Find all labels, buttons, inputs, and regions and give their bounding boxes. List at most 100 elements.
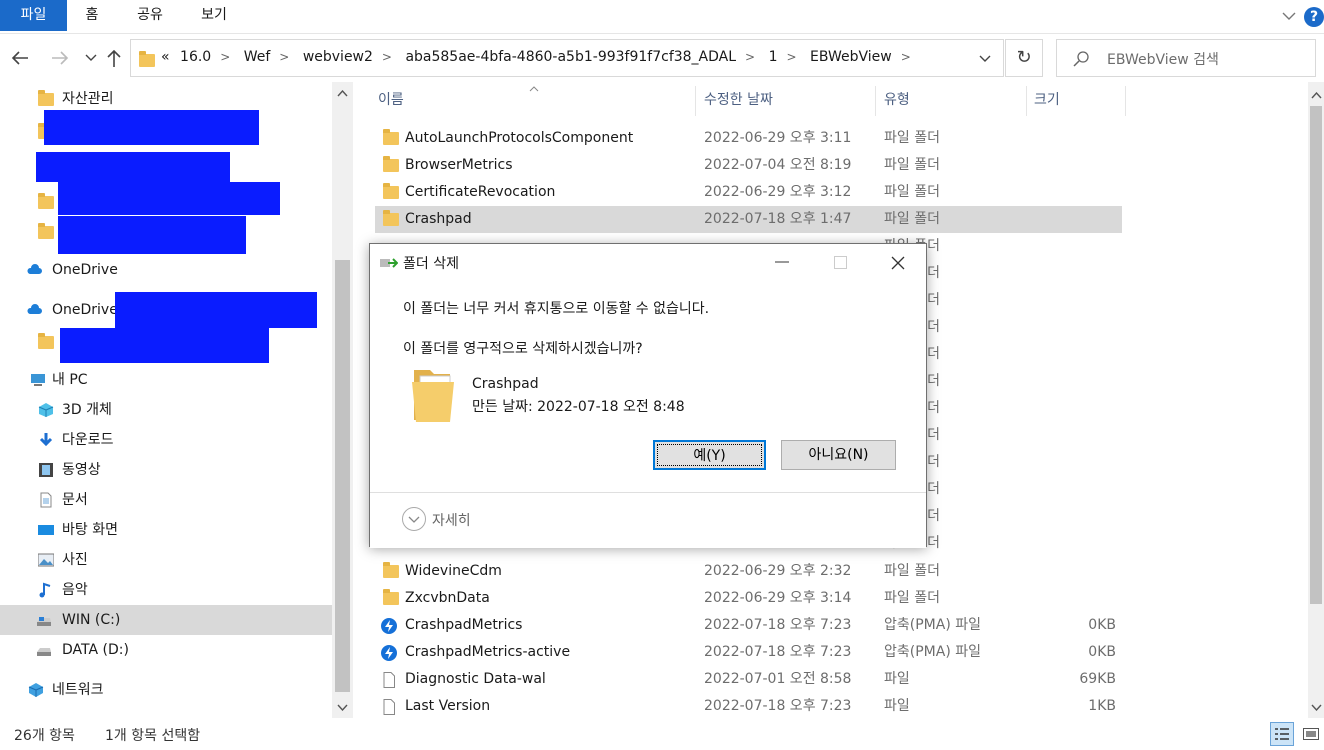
yes-button[interactable]: 예(Y): [653, 440, 766, 470]
delete-folder-icon: [380, 258, 398, 268]
item-date: 2022-07-18 오후 7:23: [704, 644, 852, 660]
back-arrow-icon[interactable]: [10, 50, 30, 66]
ribbon-expand-icon[interactable]: [1282, 11, 1296, 21]
cloud-icon: [27, 304, 42, 314]
chevron-right-icon[interactable]: >: [220, 50, 230, 64]
chevron-right-icon[interactable]: >: [382, 50, 392, 64]
list-item-selected[interactable]: Crashpad 2022-07-18 오후 1:47 파일 폴더: [375, 206, 1122, 233]
breadcrumb-item[interactable]: aba585ae-4bfa-4860-a5b1-993f91f7cf38_ADA…: [405, 49, 736, 65]
dialog-footer: 자세히: [370, 492, 926, 548]
nav-item-3d-objects[interactable]: 3D 개체: [0, 395, 332, 425]
item-type: 압축(PMA) 파일: [884, 617, 981, 633]
dialog-title: 폴더 삭제: [403, 256, 459, 272]
tab-share[interactable]: 공유: [130, 0, 170, 31]
recent-locations-icon[interactable]: [85, 54, 97, 62]
item-name: CertificateRevocation: [405, 184, 556, 200]
nav-item-desktop[interactable]: 바탕 화면: [0, 515, 332, 545]
scroll-down-icon[interactable]: [1311, 704, 1322, 711]
scroll-thumb[interactable]: [335, 260, 350, 692]
list-item[interactable]: WidevineCdm 2022-06-29 오후 2:32 파일 폴더: [375, 558, 1122, 585]
tab-file[interactable]: 파일: [0, 0, 67, 31]
address-bar[interactable]: « 16.0 > Wef > webview2 > aba585ae-4bfa-486…: [130, 39, 1004, 77]
nav-item-label: 네트워크: [52, 682, 104, 698]
list-item[interactable]: CertificateRevocation 2022-06-29 오후 3:12…: [375, 179, 1122, 206]
nav-item-network[interactable]: 네트워크: [0, 675, 332, 705]
search-input[interactable]: EBWebView 검색: [1056, 39, 1316, 77]
up-arrow-icon[interactable]: [106, 48, 122, 68]
item-type: 파일 폴더: [884, 130, 940, 146]
help-icon[interactable]: ?: [1304, 7, 1324, 27]
forward-arrow-icon[interactable]: [50, 50, 70, 66]
scroll-up-icon[interactable]: [1311, 92, 1322, 99]
refresh-button[interactable]: ↻: [1005, 39, 1043, 77]
item-date: 2022-06-29 오후 3:12: [704, 184, 852, 200]
nav-item-documents[interactable]: 문서: [0, 485, 332, 515]
nav-item-pictures[interactable]: 사진: [0, 545, 332, 575]
column-divider[interactable]: [1026, 86, 1027, 116]
list-item[interactable]: ZxcvbnData 2022-06-29 오후 3:14 파일 폴더: [375, 585, 1122, 612]
list-item[interactable]: AutoLaunchProtocolsComponent 2022-06-29 …: [375, 125, 1122, 152]
item-type: 파일 폴더: [884, 590, 940, 606]
column-divider[interactable]: [1125, 86, 1126, 116]
nav-item-label: 바탕 화면: [62, 522, 118, 538]
chevron-right-icon[interactable]: >: [745, 50, 755, 64]
breadcrumb-overflow[interactable]: «: [161, 49, 170, 65]
tab-view[interactable]: 보기: [193, 0, 235, 31]
chevron-right-icon[interactable]: >: [901, 50, 911, 64]
item-date: 2022-06-29 오후 3:11: [704, 130, 852, 146]
address-dropdown-icon[interactable]: [979, 55, 991, 63]
item-date: 2022-06-29 오후 2:32: [704, 563, 852, 579]
list-item[interactable]: Diagnostic Data-wal 2022-07-01 오전 8:58 파…: [375, 666, 1122, 693]
breadcrumb-item[interactable]: webview2: [303, 49, 373, 65]
nav-item-music[interactable]: 음악: [0, 575, 332, 605]
list-item[interactable]: Last Version 2022-07-18 오후 7:23 파일 1KB: [375, 693, 1122, 720]
chevron-right-icon[interactable]: >: [279, 50, 289, 64]
nav-item-downloads[interactable]: 다운로드: [0, 425, 332, 455]
nav-item-drive-d[interactable]: DATA (D:): [0, 635, 332, 665]
tab-home[interactable]: 홈: [75, 0, 109, 31]
pma-file-icon: [381, 645, 397, 661]
details-view-button[interactable]: [1270, 722, 1294, 746]
folder-icon: [38, 223, 54, 239]
large-icons-view-button[interactable]: [1299, 722, 1323, 746]
column-header-type[interactable]: 유형: [884, 82, 910, 118]
breadcrumb-item[interactable]: Wef: [244, 49, 271, 65]
close-icon[interactable]: [891, 256, 905, 270]
nav-scrollbar[interactable]: [332, 82, 353, 718]
column-header-name[interactable]: 이름: [378, 82, 404, 118]
drive-icon: [37, 648, 51, 656]
list-scrollbar[interactable]: [1308, 82, 1324, 718]
list-item[interactable]: BrowserMetrics 2022-07-04 오전 8:19 파일 폴더: [375, 152, 1122, 179]
nav-item-drive-c[interactable]: WIN (C:): [0, 605, 332, 635]
column-header-date[interactable]: 수정한 날짜: [704, 82, 773, 118]
nav-item-label: WIN (C:): [62, 612, 121, 628]
column-divider[interactable]: [695, 86, 696, 116]
minimize-icon[interactable]: [775, 261, 789, 263]
scroll-thumb[interactable]: [1310, 106, 1322, 604]
breadcrumb-item[interactable]: 1: [769, 49, 778, 65]
dialog-titlebar[interactable]: 폴더 삭제: [370, 244, 926, 280]
column-header-size[interactable]: 크기: [1034, 82, 1060, 118]
no-button[interactable]: 아니요(N): [781, 440, 896, 470]
file-icon: [383, 699, 395, 715]
breadcrumb-item[interactable]: EBWebView: [810, 49, 892, 65]
picture-icon: [38, 553, 54, 567]
dialog-question: 이 폴더를 영구적으로 삭제하시겠습니까?: [403, 341, 643, 357]
item-name: CrashpadMetrics: [405, 617, 523, 633]
details-toggle-button[interactable]: [402, 507, 426, 531]
list-item[interactable]: CrashpadMetrics 2022-07-18 오후 7:23 압축(PM…: [375, 612, 1122, 639]
list-item[interactable]: CrashpadMetrics-active 2022-07-18 오후 7:2…: [375, 639, 1122, 666]
folder-icon: [383, 183, 399, 199]
nav-item-this-pc[interactable]: 내 PC: [0, 365, 332, 395]
column-divider[interactable]: [875, 86, 876, 116]
breadcrumb-item[interactable]: 16.0: [180, 49, 211, 65]
nav-item-videos[interactable]: 동영상: [0, 455, 332, 485]
search-placeholder: EBWebView 검색: [1107, 52, 1219, 68]
dialog-message: 이 폴더는 너무 커서 휴지통으로 이동할 수 없습니다.: [403, 301, 710, 317]
scroll-down-icon[interactable]: [337, 704, 348, 711]
nav-item-onedrive[interactable]: OneDrive: [0, 255, 332, 285]
scroll-up-icon[interactable]: [337, 90, 348, 97]
chevron-right-icon[interactable]: >: [786, 50, 796, 64]
navigation-pane: 자산관리 OneDrive OneDrive 내 PC 3D 개체 다운로드 동…: [0, 82, 332, 718]
details-label[interactable]: 자세히: [432, 510, 471, 530]
